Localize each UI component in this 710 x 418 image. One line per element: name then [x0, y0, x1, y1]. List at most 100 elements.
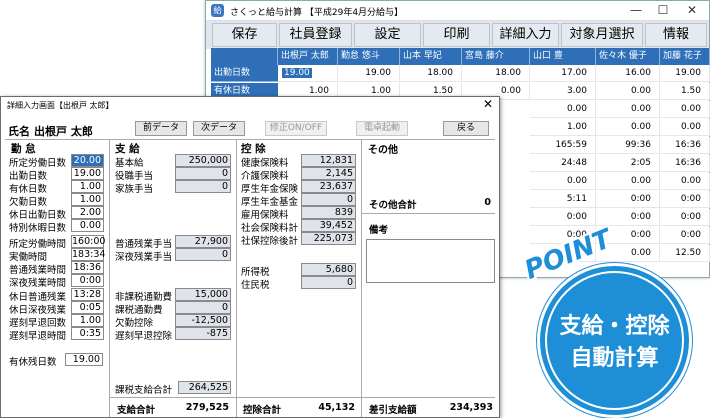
back-button[interactable]: 戻る	[443, 121, 489, 136]
info-button[interactable]: 情報	[645, 23, 707, 47]
attendance-field[interactable]: 0.00	[71, 219, 104, 232]
grid-cell[interactable]: 1.00	[530, 119, 596, 136]
deduct-field[interactable]: 2,145	[301, 167, 356, 180]
edit-toggle-button[interactable]: 修正ON/OFF	[265, 121, 327, 136]
grid-column-header[interactable]: 出根戸 太郎	[278, 48, 338, 65]
deduct-label: 社会保険料計	[241, 223, 299, 234]
pay-field[interactable]: 0	[175, 248, 231, 261]
grid-cell[interactable]: 0.00	[660, 101, 710, 118]
attendance-label: 有休日数	[9, 184, 48, 195]
attendance-field[interactable]: 19.00	[71, 167, 104, 180]
attendance-field[interactable]: 0:05	[71, 301, 104, 314]
deduct-field[interactable]: 0	[301, 193, 356, 206]
attendance-field[interactable]: 0:00	[71, 274, 104, 287]
grid-cell[interactable]: 0:00	[596, 209, 660, 226]
employee-name: 出根戸 太郎	[34, 125, 93, 138]
attendance-field[interactable]: 183:34	[71, 248, 105, 261]
attendance-field[interactable]: 0:35	[71, 327, 104, 340]
close-icon[interactable]: ✕	[682, 3, 702, 17]
save-button[interactable]: 保存	[212, 23, 277, 47]
prev-data-button[interactable]: 前データ	[135, 121, 187, 136]
grid-cell[interactable]: 0.00	[530, 101, 596, 118]
grid-cell[interactable]: 0.00	[596, 83, 660, 100]
grid-cell[interactable]: 99:36	[596, 137, 660, 154]
grid-cell[interactable]: 19.00	[660, 65, 710, 82]
pay-field[interactable]: 15,000	[175, 288, 231, 301]
attendance-field[interactable]: 160:00	[71, 235, 105, 248]
selected-cell-value[interactable]: 19.00	[282, 68, 312, 78]
grid-cell[interactable]: 12.50	[660, 245, 710, 262]
grid-cell[interactable]: 2:05	[596, 155, 660, 172]
grid-column-header[interactable]: 山口 豊	[530, 48, 596, 65]
grid-cell[interactable]: 0:00	[660, 191, 710, 208]
grid-cell[interactable]: 0.00	[596, 101, 660, 118]
pay-header: 支 給	[115, 143, 140, 155]
pay-field[interactable]: 0	[175, 167, 231, 180]
attendance-field[interactable]: 1.00	[71, 180, 104, 193]
deduct-field[interactable]: 39,452	[301, 219, 356, 232]
grid-column-header[interactable]: 加藤 花子	[660, 48, 710, 65]
deduct-field[interactable]: 12,831	[301, 154, 356, 167]
deduct-field[interactable]: 5,680	[301, 263, 356, 276]
attendance-field[interactable]: 1.00	[71, 193, 104, 206]
grid-cell[interactable]: 18.00	[400, 65, 462, 82]
grid-cell[interactable]: 0:00	[660, 227, 710, 244]
grid-cell[interactable]: 16:36	[660, 155, 710, 172]
grid-cell[interactable]: 5:11	[530, 191, 596, 208]
grid-cell[interactable]: 16.00	[596, 65, 660, 82]
grid-cell[interactable]: 0:00	[596, 191, 660, 208]
minimize-icon[interactable]: —	[626, 3, 646, 17]
deduct-field[interactable]: 839	[301, 206, 356, 219]
grid-cell[interactable]: 0:00	[660, 209, 710, 226]
close-icon[interactable]: ✕	[483, 97, 493, 111]
grid-cell[interactable]: 24:48	[530, 155, 596, 172]
calculator-button[interactable]: 電卓起動	[356, 121, 408, 136]
note-textarea[interactable]	[366, 239, 495, 283]
next-data-button[interactable]: 次データ	[193, 121, 245, 136]
target-month-button[interactable]: 対象月選択	[561, 23, 643, 47]
grid-cell[interactable]: 19.00	[338, 65, 400, 82]
attendance-field[interactable]: 13:28	[71, 288, 104, 301]
pay-field[interactable]: -875	[175, 327, 231, 340]
grid-column-header[interactable]: 佐々木 優子	[596, 48, 660, 65]
grid-cell[interactable]: 0:00	[530, 209, 596, 226]
grid-column-header[interactable]: 宮島 藤介	[462, 48, 530, 65]
dialog-titlebar: 詳細入力画面【出根戸 太郎】 ✕	[1, 97, 499, 113]
grid-cell[interactable]: 0.00	[530, 173, 596, 190]
detail-input-button[interactable]: 詳細入力	[492, 23, 559, 47]
maximize-icon[interactable]: ☐	[653, 3, 673, 17]
grid-column-header[interactable]: 勤怠 悠斗	[338, 48, 400, 65]
grid-corner	[211, 48, 278, 65]
deduct-field[interactable]: 0	[301, 276, 356, 289]
pay-field[interactable]: -12,500	[175, 314, 231, 327]
pay-field[interactable]: 27,900	[175, 235, 231, 248]
pay-field[interactable]: 250,000	[175, 154, 231, 167]
pay-field[interactable]: 0	[175, 301, 231, 314]
attendance-label: 深夜残業時間	[9, 278, 67, 289]
attendance-field[interactable]: 20.00	[71, 154, 104, 167]
pay-field[interactable]: 0	[175, 180, 231, 193]
grid-cell[interactable]: 16:36	[660, 137, 710, 154]
grid-cell[interactable]: 18.00	[462, 65, 530, 82]
attendance-field[interactable]: 18:36	[71, 261, 104, 274]
deduct-field[interactable]: 225,073	[301, 232, 356, 245]
grid-cell[interactable]: 0.00	[660, 119, 710, 136]
grid-column-header[interactable]: 山本 早妃	[400, 48, 462, 65]
deduct-label: 住民税	[241, 280, 270, 291]
grid-cell[interactable]: 0.00	[596, 173, 660, 190]
grid-cell[interactable]: 17.00	[530, 65, 596, 82]
deduct-field[interactable]: 23,637	[301, 180, 356, 193]
grid-cell[interactable]: 165:59	[530, 137, 596, 154]
employee-register-button[interactable]: 社員登録	[279, 23, 352, 47]
grid-cell[interactable]: 0.00	[660, 173, 710, 190]
grid-cell[interactable]: 19.00	[278, 65, 338, 82]
attendance-field[interactable]: 1.00	[71, 314, 104, 327]
grid-cell[interactable]: 3.00	[530, 83, 596, 100]
grid-cell[interactable]: 1.50	[660, 83, 710, 100]
grid-cell[interactable]: 0.00	[596, 119, 660, 136]
attendance-field[interactable]: 2.00	[71, 206, 104, 219]
print-button[interactable]: 印刷	[423, 23, 490, 47]
paid-leave-remaining-field[interactable]: 19.00	[65, 353, 103, 366]
net-pay-label: 差引支給額	[369, 405, 417, 416]
settings-button[interactable]: 設定	[354, 23, 421, 47]
